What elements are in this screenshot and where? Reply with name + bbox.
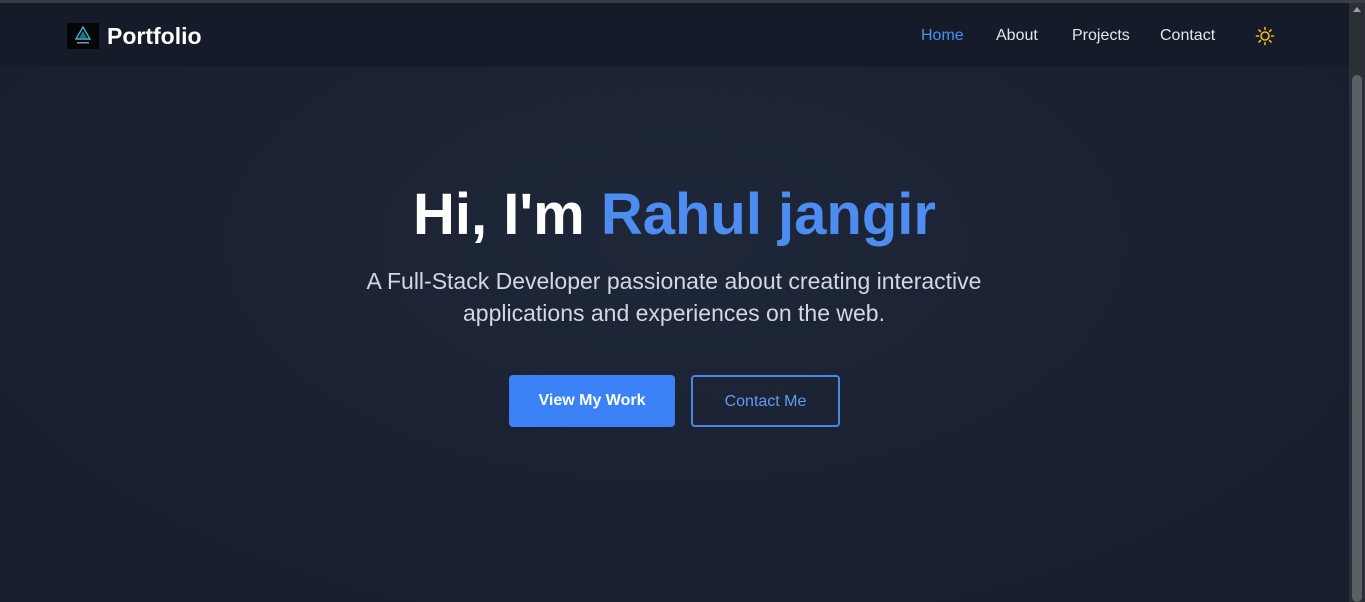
scroll-up-arrow-icon[interactable] <box>1353 7 1361 12</box>
hero-greeting: Hi, I'm <box>413 182 601 247</box>
hero-name: Rahul jangir <box>600 182 936 247</box>
sun-icon <box>1255 26 1275 46</box>
scrollbar-thumb[interactable] <box>1352 75 1362 602</box>
nav-link-about[interactable]: About <box>996 25 1038 47</box>
nav-links: Home About Projects Contact <box>0 25 1349 49</box>
nav-link-home[interactable]: Home <box>921 25 964 47</box>
page: Portfolio Home About Projects Contact Hi… <box>0 3 1349 602</box>
nav-link-projects[interactable]: Projects <box>1072 25 1130 47</box>
contact-me-button[interactable]: Contact Me <box>691 375 840 427</box>
vertical-scrollbar[interactable] <box>1349 3 1365 602</box>
navbar: Portfolio Home About Projects Contact <box>0 3 1349 67</box>
view-my-work-button[interactable]: View My Work <box>509 375 675 427</box>
theme-toggle-button[interactable] <box>1255 26 1275 46</box>
nav-link-contact[interactable]: Contact <box>1160 25 1215 47</box>
hero-subtitle: A Full-Stack Developer passionate about … <box>366 268 982 326</box>
hero-title: Hi, I'm Rahul jangir <box>0 181 1349 249</box>
